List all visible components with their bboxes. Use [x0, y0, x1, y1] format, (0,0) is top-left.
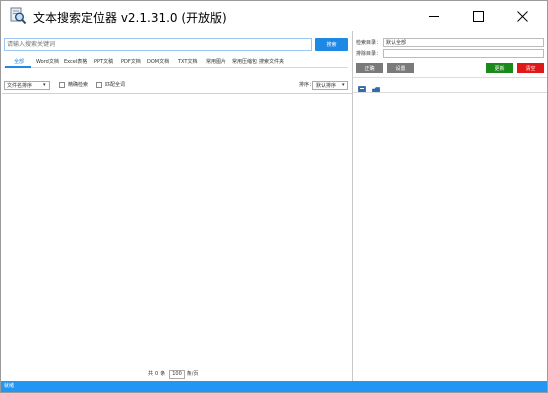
preview-pane[interactable]: [353, 93, 547, 380]
close-icon: [516, 10, 528, 22]
clear-button[interactable]: 清空: [517, 63, 544, 73]
results-list[interactable]: [2, 94, 352, 364]
sort-select[interactable]: 文件名排序 ▾: [4, 81, 50, 90]
minimize-button[interactable]: [412, 1, 456, 31]
tab-8[interactable]: 常用压缩包: [232, 58, 257, 65]
tab-4[interactable]: PDF文档: [121, 58, 141, 65]
match-word-checkbox[interactable]: [96, 82, 102, 88]
tab-2[interactable]: Excel表格: [64, 58, 87, 65]
status-bar: 就绪: [1, 381, 547, 392]
tab-9[interactable]: 搜索文件夹: [259, 58, 284, 65]
exclude-dir-input[interactable]: [383, 49, 544, 58]
chevron-down-icon: ▾: [342, 82, 345, 88]
tab-3[interactable]: PPT文稿: [94, 58, 113, 65]
page-size-suffix: 条/页: [186, 370, 199, 377]
total-prefix: 共: [148, 370, 154, 377]
pagination: 共 0 条 100 条/页: [148, 369, 199, 379]
status-text: 就绪: [4, 383, 15, 389]
maximize-button[interactable]: [456, 1, 500, 31]
confirm-button[interactable]: 正确: [356, 63, 383, 73]
search-dir-value: 默认全部: [386, 40, 407, 46]
tab-7[interactable]: 常用图片: [206, 58, 226, 65]
exact-search-label: 精确检索: [68, 82, 89, 88]
tab-5[interactable]: DOM文档: [147, 58, 169, 65]
page-size-input[interactable]: 100: [169, 369, 185, 379]
search-button[interactable]: 搜索: [315, 38, 348, 51]
sort-select-value: 文件名排序: [7, 83, 33, 89]
match-word-label: 匹配全词: [105, 82, 126, 88]
minimize-icon: [429, 15, 439, 17]
settings-button[interactable]: 设置: [387, 63, 414, 73]
chevron-down-icon: ▾: [43, 82, 46, 88]
update-button[interactable]: 更新: [486, 63, 513, 73]
order-select[interactable]: 默认排序 ▾: [312, 81, 348, 90]
active-tab-underline: [5, 66, 31, 68]
magnifier-app-icon: [9, 7, 27, 25]
tab-0[interactable]: 全部: [14, 58, 24, 65]
tab-1[interactable]: Word文档: [36, 58, 59, 65]
maximize-icon: [472, 10, 484, 22]
search-dir-input[interactable]: 默认全部: [383, 38, 544, 47]
close-button[interactable]: [500, 1, 544, 31]
tab-6[interactable]: TXT文档: [178, 58, 197, 65]
window-title: 文本搜索定位器 v2.1.31.0 (开放版): [33, 11, 227, 25]
exclude-dir-label: 排除目录：: [356, 51, 382, 57]
tabs-divider: [4, 67, 348, 68]
exact-search-checkbox[interactable]: [59, 82, 65, 88]
search-dir-label: 检索目录：: [356, 40, 382, 46]
total-value: 0: [155, 370, 159, 377]
search-input[interactable]: [4, 38, 312, 51]
open-folder-icon[interactable]: [372, 80, 380, 95]
total-suffix: 条: [160, 370, 166, 377]
order-select-value: 默认排序: [316, 83, 337, 89]
right-toolbar-divider: [353, 77, 547, 78]
open-file-icon[interactable]: [358, 80, 366, 95]
